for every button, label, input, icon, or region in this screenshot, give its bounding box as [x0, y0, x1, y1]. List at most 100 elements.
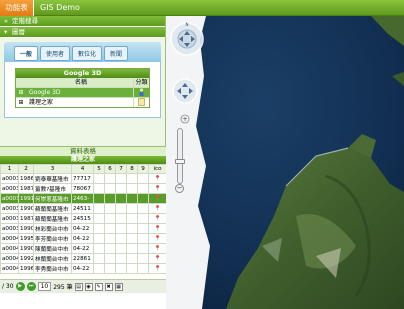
table-row[interactable]: a0003 1987 薑教?基隆市 78067 📍	[0, 183, 167, 194]
table-cell: 1987	[18, 183, 34, 194]
page-total: / 30	[2, 283, 14, 290]
table-cell: a0004	[0, 263, 19, 274]
table-cell: 李芳蘭台中市	[33, 233, 72, 244]
table-cell	[137, 213, 149, 224]
zoom-out-button[interactable]: −	[175, 184, 184, 193]
table-row[interactable]: a0003 1987 蘇蘭蘭基隆市 24515 📍	[0, 213, 167, 224]
edit-icon[interactable]: ✎	[94, 282, 103, 291]
grid-icon[interactable]: ▦	[114, 282, 123, 291]
column-header[interactable]: 3	[33, 164, 72, 174]
table-cell	[104, 183, 116, 194]
table-cell	[126, 253, 138, 264]
layer-row-nursing[interactable]: ⊞ 護理之家	[16, 97, 149, 107]
expand-icon[interactable]: ⊞	[16, 88, 26, 97]
table-row[interactable]: a0004 1992 林蘭蘭台中市 22861 📍	[0, 253, 167, 264]
column-header[interactable]: 9	[137, 164, 149, 174]
layer-list-header: 名稱 分類	[16, 78, 149, 87]
column-header[interactable]: 1	[0, 164, 19, 174]
table-cell: 1990	[18, 243, 34, 254]
accordion-layers[interactable]: ▾ 圖層	[0, 27, 165, 38]
table-cell	[93, 223, 105, 234]
map-pin-icon[interactable]: 📍	[148, 183, 167, 194]
tab-general[interactable]: 一般	[14, 46, 39, 61]
map-pin-icon[interactable]: 📍	[148, 193, 167, 204]
table-row[interactable]: a0003 1986 劉泰華基隆市 77717 📍	[0, 173, 167, 184]
table-cell: 1992	[18, 253, 34, 264]
data-table-subtitle: 護理之家	[0, 156, 166, 164]
column-header[interactable]: 2	[18, 164, 34, 174]
menu-tab[interactable]: 功能表	[0, 0, 34, 16]
expand-icon[interactable]: ⊞	[16, 98, 26, 107]
table-cell: a0004	[0, 253, 19, 264]
page-size-select[interactable]: 10	[37, 282, 52, 291]
table-cell	[115, 233, 127, 244]
table-cell	[93, 173, 105, 184]
column-header[interactable]: 6	[104, 164, 116, 174]
table-cell	[126, 263, 138, 274]
table-cell	[104, 193, 116, 204]
tab-news[interactable]: 新聞	[104, 46, 129, 61]
table-cell: 林彩蘭台中市	[33, 223, 72, 234]
table-cell	[93, 233, 105, 244]
zoom-handle[interactable]	[175, 159, 185, 164]
table-cell: 1996	[18, 263, 34, 274]
table-row[interactable]: a0003 1990 蘇蘭蘭基隆市 24511 📍	[0, 203, 167, 214]
table-cell: 1990	[18, 203, 34, 214]
table-cell: a0003	[0, 183, 19, 194]
table-cell: 蘇蘭蘭基隆市	[33, 213, 72, 224]
table-cell: a0003	[0, 203, 19, 214]
tab-user[interactable]: 使用者	[40, 46, 71, 61]
view-icon[interactable]: ◉	[84, 282, 93, 291]
table-cell	[115, 193, 127, 204]
map-pin-icon[interactable]: 📍	[148, 243, 167, 254]
next-page-button[interactable]: ▶	[15, 282, 25, 291]
table-row[interactable]: a0004 1995 李芳蘭台中市 04-22 📍	[0, 233, 167, 244]
column-header[interactable]: 7	[115, 164, 127, 174]
zoom-slider[interactable]	[175, 128, 185, 184]
panel-footer	[0, 293, 166, 309]
table-cell: 1991	[18, 193, 34, 204]
map-pin-icon[interactable]: 📍	[148, 213, 167, 224]
column-header[interactable]: ico	[148, 164, 167, 174]
delete-icon[interactable]: ✖	[104, 282, 113, 291]
map-pin-icon[interactable]: 📍	[148, 173, 167, 184]
table-cell	[126, 233, 138, 244]
column-header[interactable]: 4	[71, 164, 94, 174]
table-row[interactable]: a0004 1996 李秀蘭台中市 04-22 📍	[0, 263, 167, 274]
table-cell	[126, 173, 138, 184]
table-cell	[115, 213, 127, 224]
table-cell	[137, 253, 149, 264]
table-cell	[137, 173, 149, 184]
table-cell	[115, 173, 127, 184]
table-cell	[104, 223, 116, 234]
table-cell	[93, 183, 105, 194]
table-cell	[126, 193, 138, 204]
table-cell: a0004	[0, 233, 19, 244]
export-icon[interactable]: ▤	[74, 282, 83, 291]
table-row[interactable]: a0004 1990 陳蘭蘭台中市 04-22 📍	[0, 243, 167, 254]
column-header[interactable]: 5	[93, 164, 105, 174]
column-header[interactable]: 8	[126, 164, 138, 174]
table-cell: a0003	[0, 173, 19, 184]
table-cell: 22861	[71, 253, 94, 264]
table-cell	[137, 243, 149, 254]
table-cell: a0003	[0, 193, 19, 204]
map-pin-icon[interactable]: 📍	[148, 223, 167, 234]
table-cell	[137, 183, 149, 194]
layer-row-google3d[interactable]: ⊞ Google 3D	[16, 87, 149, 97]
table-cell	[115, 183, 127, 194]
table-cell	[115, 263, 127, 274]
last-page-button[interactable]: ⏭	[26, 282, 36, 291]
map-navigation: N +	[169, 21, 205, 133]
accordion-search[interactable]: » 定階搜尋	[0, 16, 165, 27]
map-pin-icon[interactable]: 📍	[148, 233, 167, 244]
map-pin-icon[interactable]: 📍	[148, 253, 167, 264]
table-row[interactable]: a0003 1990 林彩蘭台中市 04-22 📍	[0, 223, 167, 234]
map-view[interactable]: N + −	[166, 16, 404, 309]
table-cell	[137, 263, 149, 274]
tab-digitize[interactable]: 數位化	[72, 46, 103, 61]
table-row[interactable]: a0003 1991 何崇蔥基隆市 2463- 📍	[0, 193, 167, 204]
map-pin-icon[interactable]: 📍	[148, 263, 167, 274]
map-pin-icon[interactable]: 📍	[148, 203, 167, 214]
table-cell	[93, 193, 105, 204]
